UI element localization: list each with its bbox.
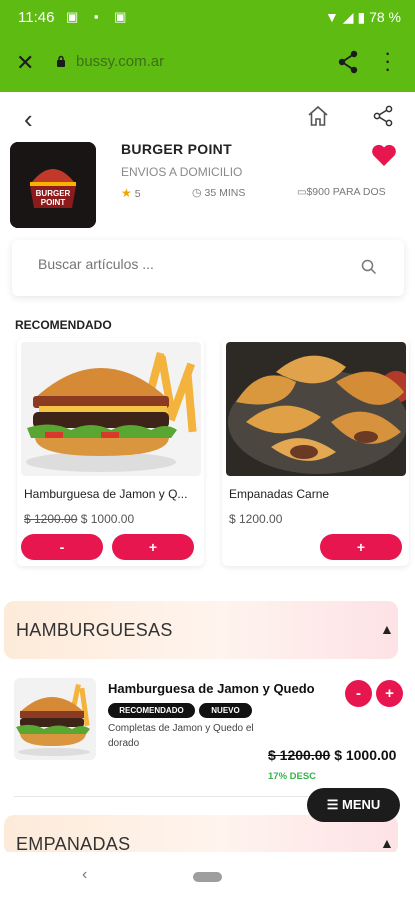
add-button[interactable]: +: [320, 534, 402, 560]
search-input[interactable]: [38, 256, 338, 272]
burger-image: [21, 342, 201, 476]
recommended-card[interactable]: Empanadas Carne $ 1200.00 +: [222, 338, 409, 566]
product-description: Completas de Jamon y Quedo el dorado: [108, 723, 254, 749]
rating: ★ 5: [121, 186, 141, 200]
delivery-time-value: 35 MINS: [204, 187, 246, 199]
list-icon: ☰: [326, 797, 339, 812]
old-price: $ 1200.00: [24, 512, 78, 526]
add-button[interactable]: +: [376, 680, 403, 707]
lock-icon: [57, 55, 65, 67]
store-logo: BURGER POINT: [10, 142, 96, 228]
badge-new: NUEVO: [199, 703, 252, 718]
browser-toolbar: ✕ bussy.com.ar · · ·: [0, 34, 415, 92]
logo-text-top: BURGER: [36, 189, 71, 198]
discount-label: 17% DESC: [268, 771, 317, 782]
category-title: HAMBURGUESAS: [16, 620, 173, 640]
logo-text-bottom: POINT: [41, 198, 66, 207]
category-header-hamburguesas[interactable]: HAMBURGUESAS ▲: [4, 601, 398, 659]
star-icon: ★: [121, 186, 132, 200]
recommended-title: RECOMENDADO: [15, 318, 112, 332]
current-price: $ 1000.00: [80, 512, 135, 526]
chevron-up-icon[interactable]: ▲: [380, 835, 394, 851]
system-navigation-bar: ‹: [0, 852, 415, 900]
close-icon[interactable]: ✕: [16, 50, 34, 76]
chevron-up-icon[interactable]: ▲: [380, 621, 394, 637]
product-name: Empanadas Carne: [229, 487, 330, 501]
product-price: $ 1200.00 $ 1000.00: [24, 512, 134, 526]
signal-icon: ◢: [342, 9, 354, 25]
rating-value: 5: [134, 188, 141, 200]
url-field[interactable]: bussy.com.ar: [76, 53, 164, 70]
home-icon[interactable]: [307, 105, 329, 127]
current-price: $ 1200.00: [229, 512, 283, 526]
search-box: [12, 240, 404, 296]
menu-button[interactable]: ☰ MENU: [307, 788, 400, 822]
clock-icon: ◷: [192, 187, 202, 199]
product-image: [14, 678, 96, 760]
menu-button-label: MENU: [342, 797, 381, 812]
product-name: Hamburguesa de Jamon y Q...: [24, 487, 188, 501]
clock: 11:46: [18, 9, 55, 26]
add-button[interactable]: +: [112, 534, 194, 560]
product-price: $ 1200.00 $ 1000.00: [268, 747, 396, 763]
search-icon[interactable]: [361, 259, 377, 275]
price-for-two-value: $900 PARA DOS: [306, 186, 386, 198]
battery-icon: ▮: [357, 9, 366, 25]
empanadas-image: [226, 342, 406, 476]
home-gesture-pill[interactable]: [193, 872, 222, 882]
favorite-heart-icon[interactable]: [371, 143, 397, 167]
current-price: $ 1000.00: [334, 747, 397, 763]
page-share-icon[interactable]: [372, 105, 394, 127]
old-price: $ 1200.00: [268, 747, 331, 763]
decrease-button[interactable]: -: [345, 680, 372, 707]
wifi-icon: ▼: [325, 9, 339, 25]
back-arrow-icon[interactable]: ‹: [24, 104, 33, 135]
notification-icons: ▣ ▪ ▣: [66, 9, 133, 24]
price-for-two: ▭$900 PARA DOS: [297, 186, 386, 198]
product-name: Hamburguesa de Jamon y Quedo: [108, 681, 315, 696]
status-bar: 11:46 ▣ ▪ ▣ ▼ ◢ ▮ 78 %: [0, 0, 415, 34]
system-tray: ▼ ◢ ▮ 78 %: [325, 9, 401, 26]
share-icon[interactable]: [337, 50, 359, 74]
battery-level: 78 %: [369, 9, 401, 25]
badge-recommended: RECOMENDADO: [108, 703, 195, 718]
store-subtitle: ENVIOS A DOMICILIO: [121, 165, 243, 179]
store-name: BURGER POINT: [121, 141, 232, 157]
system-back-icon[interactable]: ‹: [82, 866, 87, 884]
delivery-time: ◷ 35 MINS: [192, 186, 245, 199]
decrease-button[interactable]: -: [21, 534, 103, 560]
recommended-card[interactable]: Hamburguesa de Jamon y Q... $ 1200.00 $ …: [17, 338, 204, 566]
overflow-menu-icon[interactable]: · · ·: [384, 42, 391, 80]
